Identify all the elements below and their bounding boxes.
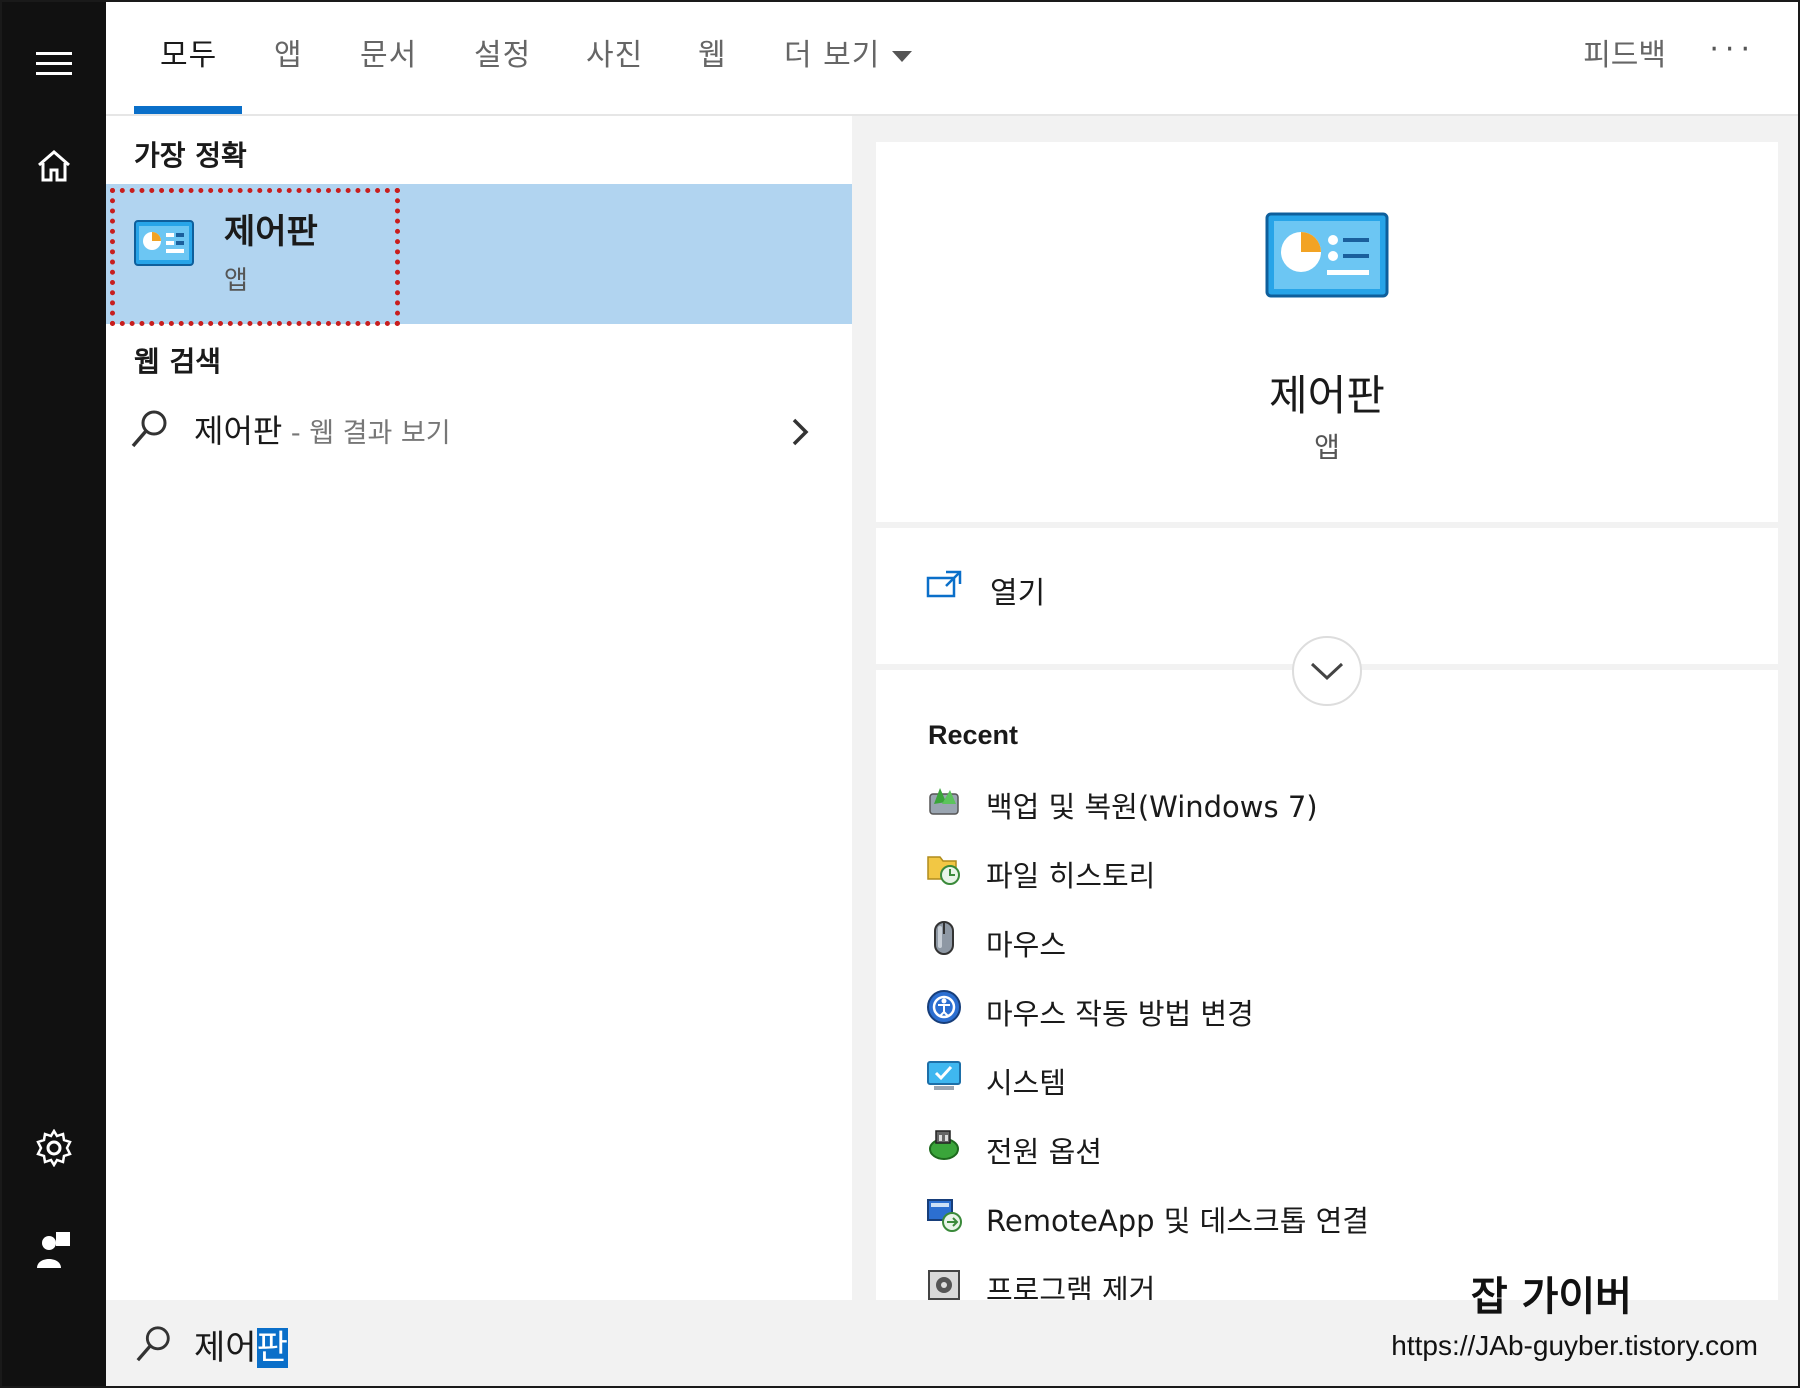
app-type: 앱 [1314,431,1340,464]
chevron-down-icon [1310,662,1344,681]
left-rail [2,2,106,1386]
tab-photos[interactable]: 사진 [586,30,643,74]
remoteapp-icon [927,1199,962,1232]
app-name: 제어판 [1269,371,1385,420]
search-typed-text: 제어 [194,1328,257,1368]
search-selected-text: 판 [256,1328,288,1368]
programs-icon [928,1270,960,1300]
control-panel-icon [134,220,194,266]
user-account-icon[interactable] [26,1222,82,1278]
recent-item-label: RemoteApp 및 데스크톱 연결 [986,1204,1369,1238]
recent-item-label: 마우스 작동 방법 변경 [986,997,1254,1031]
tab-more-label: 더 보기 [784,38,881,73]
search-main: 모두 앱 문서 설정 사진 웹 더 보기 피드백 ··· 가장 정확 제어판 앱… [106,2,1798,1386]
open-label: 열기 [990,576,1046,611]
best-match-type: 앱 [224,266,248,296]
control-panel-large-icon [1265,212,1389,298]
web-search-text: 제어판 - 웹 결과 보기 [194,406,451,452]
watermark-url: https://JAb-guyber.tistory.com [1391,1330,1758,1361]
app-preview-card: 제어판 앱 [876,142,1778,522]
system-icon [927,1061,961,1090]
search-window: 모두 앱 문서 설정 사진 웹 더 보기 피드백 ··· 가장 정확 제어판 앱… [0,0,1800,1388]
web-search-query: 제어판 [194,412,283,450]
search-icon [136,1326,170,1362]
active-tab-indicator [134,106,242,114]
more-options-button[interactable]: ··· [1709,32,1756,67]
backup-restore-icon [929,788,959,815]
tab-web[interactable]: 웹 [698,30,727,74]
caret-down-icon [892,51,913,62]
settings-gear-icon[interactable] [26,1120,82,1176]
web-search-hint: - 웹 결과 보기 [282,418,451,449]
search-icon [131,410,167,448]
recent-item-label: 파일 히스토리 [986,859,1156,893]
feedback-link[interactable]: 피드백 [1583,30,1666,74]
best-match-name: 제어판 [224,212,318,252]
recent-item-label: 백업 및 복원(Windows 7) [986,790,1318,824]
recent-card: Recent 백업 및 복원(Windows 7) 파일 히스토리 마우스 마우… [876,636,1778,1307]
tab-all[interactable]: 모두 [160,30,217,74]
mouse-icon [934,921,954,955]
power-options-icon [929,1130,959,1160]
hamburger-menu-icon[interactable] [26,36,82,92]
results-pane: 가장 정확 제어판 앱 웹 검색 제어판 - 웹 결과 보기 [106,116,852,1300]
recent-heading: Recent [928,720,1019,750]
detail-pane: 제어판 앱 열기 Recent 백업 및 복원(Windows 7) 파일 히스… [852,116,1798,1307]
watermark-title: 잡 가이버 [1470,1274,1632,1320]
web-search-heading: 웹 검색 [134,345,222,378]
filter-tab-bar: 모두 앱 문서 설정 사진 웹 더 보기 피드백 ··· [106,2,1798,116]
tab-apps[interactable]: 앱 [274,30,303,74]
chevron-right-icon[interactable] [780,412,820,452]
tab-documents[interactable]: 문서 [360,30,417,74]
home-icon[interactable] [26,138,82,194]
tab-more[interactable]: 더 보기 [784,30,913,74]
file-history-icon [927,856,960,885]
search-input[interactable]: 제어판 [194,1320,288,1369]
best-match-result[interactable]: 제어판 앱 [106,184,852,326]
open-external-icon [926,570,962,598]
best-match-heading: 가장 정확 [134,139,247,172]
recent-item-label: 전원 옵션 [986,1135,1102,1169]
ease-of-access-icon [927,990,961,1024]
expand-button[interactable] [1292,636,1362,706]
recent-item-label: 시스템 [986,1066,1067,1100]
recent-item-label: 마우스 [986,928,1067,962]
tab-settings[interactable]: 설정 [474,30,531,74]
web-search-result[interactable]: 제어판 - 웹 결과 보기 [106,398,852,468]
